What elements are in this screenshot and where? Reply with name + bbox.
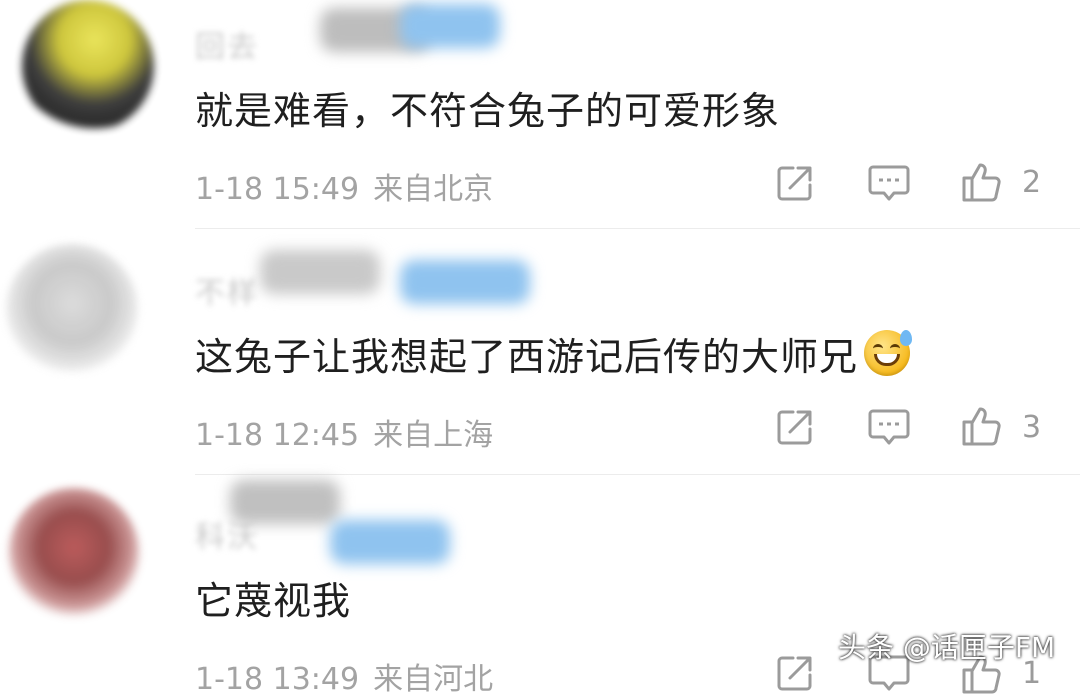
location: 来自上海 [373,418,494,453]
username[interactable]: 科沃 [195,512,259,556]
comment-icon[interactable] [868,164,910,202]
location: 来自河北 [373,662,494,697]
share-icon[interactable] [776,164,814,202]
avatar[interactable] [22,0,154,132]
username[interactable]: 不样 [195,268,259,312]
username[interactable]: 回去 [195,22,259,66]
divider [195,474,1080,475]
timestamp: 1-18 15:49 [195,172,360,207]
comment-meta: 1-18 13:49 来自河北 [195,654,493,698]
username-blur [400,4,500,48]
username-blur [260,250,380,294]
comment-text: 就是难看，不符合兔子的可爱形象 [195,89,781,133]
timestamp: 1-18 12:45 [195,418,360,453]
comment-icon[interactable] [868,408,910,446]
share-icon[interactable] [776,408,814,446]
timestamp: 1-18 13:49 [195,662,360,697]
comment-meta: 1-18 15:49 来自北京 [195,164,493,208]
comment-text-content: 这兔子让我想起了西游记后传的大师兄 [195,335,859,379]
watermark: 头条 @话匣子FM [838,631,1056,664]
grinning-sweat-emoji [864,330,913,376]
like-icon[interactable] [960,404,1004,448]
comment-item: 回去 就是难看，不符合兔子的可爱形象 1-18 15:49 来自北京 2 [0,0,1080,230]
username-blur [330,520,450,564]
avatar[interactable] [6,244,138,376]
comment-meta: 1-18 12:45 来自上海 [195,410,493,454]
location: 来自北京 [373,172,494,207]
share-icon[interactable] [776,654,814,692]
like-count: 2 [1022,165,1042,200]
comment-text: 它蔑视我 [195,579,352,623]
divider [195,228,1080,229]
like-icon[interactable] [960,160,1004,204]
comment-item: 不样 这兔子让我想起了西游记后传的大师兄 1-18 12:45 来自上海 3 [0,230,1080,476]
avatar[interactable] [8,488,140,620]
username-blur [400,260,530,304]
like-count: 3 [1022,410,1042,445]
comment-text: 这兔子让我想起了西游记后传的大师兄 [195,326,913,381]
